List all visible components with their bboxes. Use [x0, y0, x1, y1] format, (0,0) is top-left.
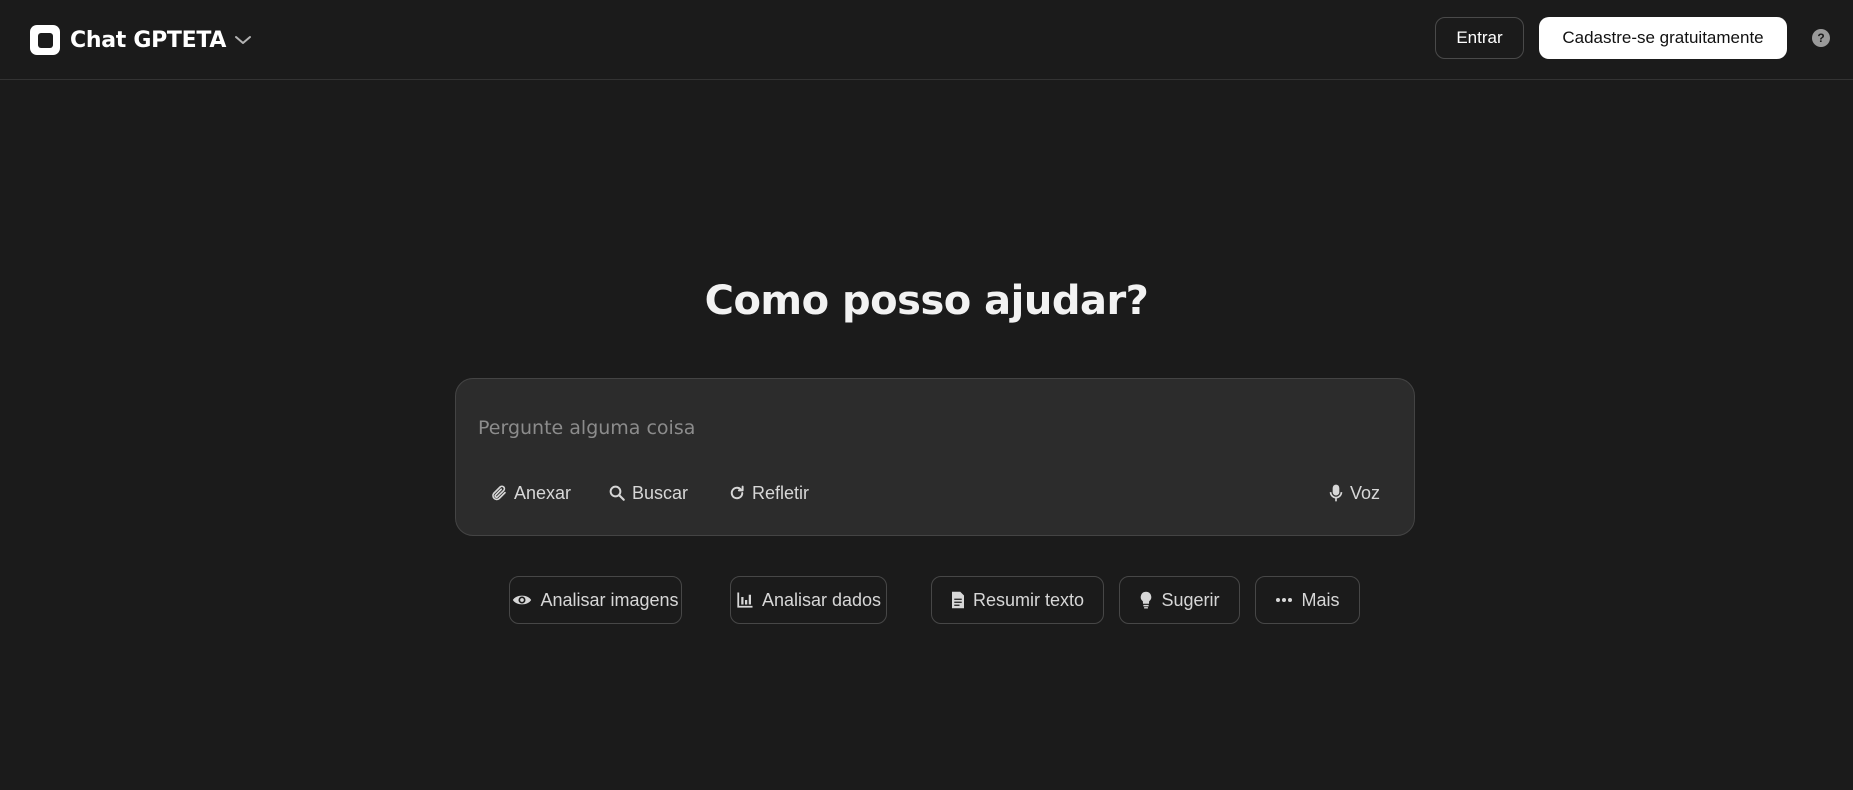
analyze-data-label: Analisar dados — [761, 589, 882, 610]
attach-button[interactable]: Anexar — [490, 477, 571, 509]
chevron-down-icon — [234, 34, 252, 46]
paperclip-icon — [490, 484, 514, 502]
refresh-icon — [728, 484, 752, 502]
analyze-images-label: Analisar imagens — [540, 589, 679, 610]
model-selector[interactable]: Chat GPTETA — [30, 24, 252, 56]
more-label: Mais — [1301, 589, 1340, 610]
signup-button[interactable]: Cadastre-se gratuitamente — [1539, 17, 1787, 59]
reason-button[interactable]: Refletir — [728, 477, 809, 509]
app-title: Chat GPTETA — [70, 27, 227, 53]
lightbulb-icon — [1139, 591, 1161, 609]
attach-label: Anexar — [514, 482, 572, 503]
composer: Anexar Buscar Refletir Voz — [455, 378, 1415, 536]
analyze-images-chip[interactable]: Analisar imagens — [509, 576, 682, 624]
eye-icon — [512, 592, 540, 608]
suggest-chip[interactable]: Sugerir — [1119, 576, 1240, 624]
reason-label: Refletir — [752, 482, 810, 503]
voice-button[interactable]: Voz — [1328, 477, 1380, 509]
analyze-data-chip[interactable]: Analisar dados — [730, 576, 887, 624]
ellipsis-icon — [1275, 597, 1301, 603]
prompt-input[interactable] — [476, 413, 1376, 443]
top-bar: Chat GPTETA Entrar Cadastre-se gratuitam… — [0, 0, 1853, 80]
voice-label: Voz — [1350, 482, 1381, 503]
login-button[interactable]: Entrar — [1435, 17, 1524, 59]
search-label: Buscar — [632, 482, 689, 503]
document-icon — [951, 591, 973, 609]
search-button[interactable]: Buscar — [608, 477, 688, 509]
summarize-text-chip[interactable]: Resumir texto — [931, 576, 1104, 624]
app-logo-icon — [30, 25, 60, 55]
microphone-icon — [1328, 483, 1350, 503]
search-icon — [608, 484, 632, 502]
summarize-text-label: Resumir texto — [972, 589, 1085, 610]
page-title: Como posso ajudar? — [704, 278, 1149, 324]
help-icon[interactable]: ? — [1812, 29, 1830, 47]
bar-chart-icon — [736, 591, 762, 609]
suggest-label: Sugerir — [1161, 589, 1220, 610]
more-chip[interactable]: Mais — [1255, 576, 1360, 624]
